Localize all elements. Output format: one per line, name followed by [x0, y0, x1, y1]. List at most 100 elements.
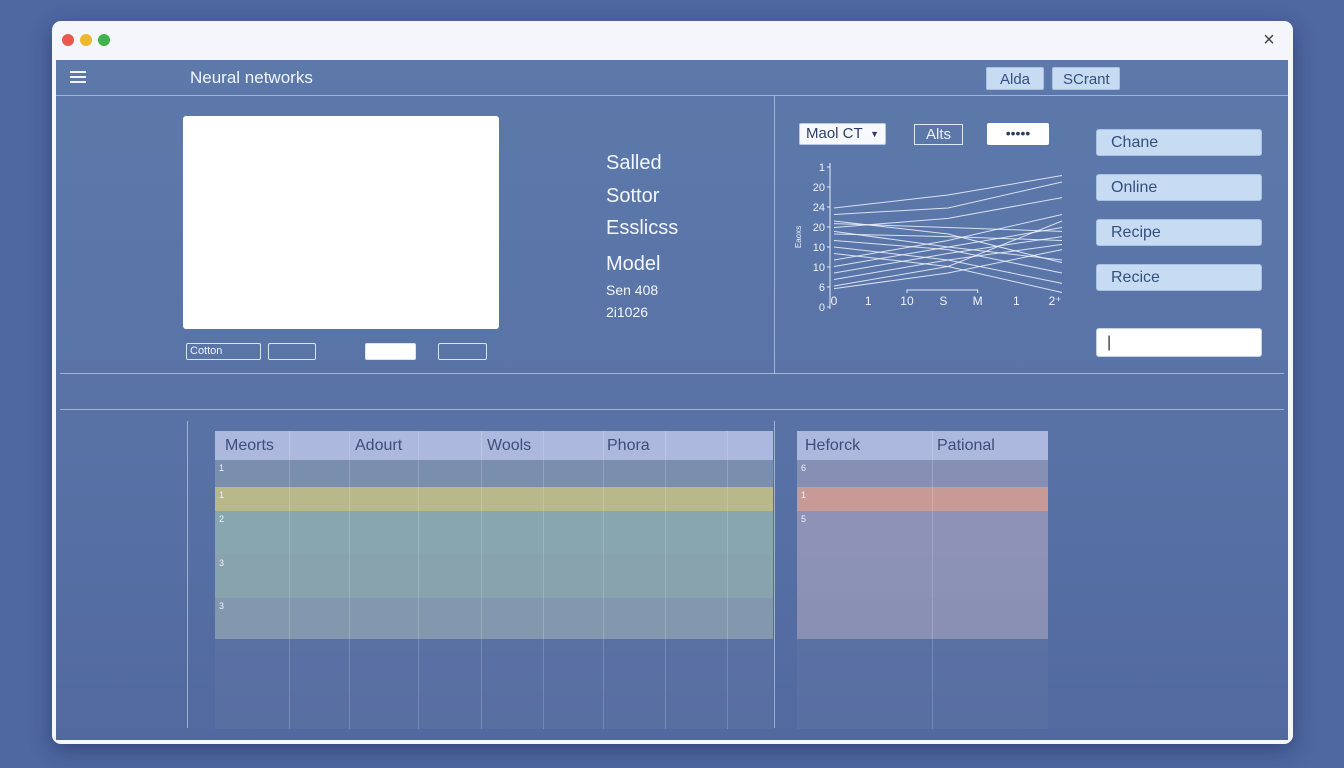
column-line [932, 431, 933, 729]
info-detail-1: Sen 408 [606, 282, 659, 298]
column-line [603, 431, 604, 729]
left-table-header: Meorts Adourt Wools Phora [215, 431, 773, 460]
column-line [665, 431, 666, 729]
preview-canvas [183, 116, 499, 329]
left-data-table: Meorts Adourt Wools Phora 1 1 2 3 3 [215, 431, 773, 729]
x-tick-label: 2⁺ [1049, 294, 1062, 308]
column-line [418, 431, 419, 729]
x-tick-label: S [939, 294, 947, 308]
side-text-input[interactable]: | [1096, 328, 1262, 357]
side-button-recipe[interactable]: Recipe [1096, 219, 1262, 246]
table-empty-area [797, 639, 1048, 729]
column-line [481, 431, 482, 729]
y-axis-label: Eaoxs [794, 226, 803, 248]
column-line [289, 431, 290, 729]
preview-button-4[interactable] [438, 343, 487, 360]
column-line [727, 431, 728, 729]
table-row-highlighted[interactable]: 1 [215, 487, 773, 511]
column-header-wools[interactable]: Wools [487, 437, 531, 455]
y-tick-label: 20 [813, 182, 825, 194]
app-title: Neural networks [190, 68, 313, 87]
row-number: 1 [219, 463, 225, 473]
row-number: 1 [219, 490, 225, 500]
preview-button-3[interactable] [365, 343, 416, 360]
close-window-dot[interactable] [62, 34, 74, 46]
table-row[interactable]: 2 [215, 511, 773, 555]
chart-options-field[interactable]: ••••• [987, 123, 1049, 145]
header-button-alda[interactable]: Alda [986, 67, 1044, 90]
series-line [833, 181, 1063, 215]
row-number: 2 [219, 514, 225, 524]
series-line [833, 246, 1063, 284]
x-tick-label: 1 [865, 294, 872, 308]
table-row-highlighted[interactable]: 1 [797, 487, 1048, 511]
row-number: 3 [219, 601, 225, 611]
preview-button-2[interactable] [268, 343, 316, 360]
minimize-window-dot[interactable] [80, 34, 92, 46]
x-tick-label: 1 [1013, 294, 1020, 308]
y-tick-label: 6 [819, 282, 825, 294]
side-button-chane[interactable]: Chane [1096, 129, 1262, 156]
info-item-esslicss: Esslicss [606, 217, 679, 239]
table-row[interactable]: 1 [215, 460, 773, 487]
line-chart: 1202420101060Eaoxs0 1 10 S M 1 2⁺ [794, 162, 1063, 314]
header-button-scrant[interactable]: SCrant [1052, 67, 1120, 90]
side-button-recice[interactable]: Recice [1096, 264, 1262, 291]
column-header-phora[interactable]: Phora [607, 437, 650, 455]
column-header-adourt[interactable]: Adourt [355, 437, 402, 455]
hamburger-menu-icon[interactable] [68, 69, 88, 85]
maximize-window-dot[interactable] [98, 34, 110, 46]
app-content: Neural networks Alda SCrant Cotton Salle… [56, 60, 1288, 740]
y-tick-label: 10 [813, 262, 825, 274]
column-line [349, 431, 350, 729]
right-table-header: Heforck Pational [797, 431, 1048, 460]
table-row[interactable] [797, 598, 1048, 639]
chart-type-select[interactable]: Maol CT ▼ [799, 123, 886, 145]
title-bar: × [52, 21, 1293, 59]
info-item-sottor: Sottor [606, 185, 660, 207]
x-tick-label: 10 [900, 294, 914, 308]
y-tick-label: 10 [813, 242, 825, 254]
table-left-border [187, 421, 188, 728]
row-number: 1 [801, 490, 807, 500]
column-header-pational[interactable]: Pational [937, 437, 995, 455]
alts-button[interactable]: Alts [914, 124, 963, 145]
table-row[interactable] [797, 555, 1048, 598]
row-number: 5 [801, 514, 807, 524]
right-data-table: Heforck Pational 6 1 5 [797, 431, 1048, 729]
chart-type-select-label: Maol CT [806, 125, 863, 142]
table-row[interactable]: 5 [797, 511, 1048, 555]
header-divider [56, 95, 1288, 96]
series-line [833, 249, 1063, 290]
section-divider-2 [60, 409, 1284, 410]
table-empty-area [215, 639, 773, 729]
panel-divider-vertical [774, 96, 775, 374]
side-button-online[interactable]: Online [1096, 174, 1262, 201]
y-tick-label: 1 [819, 162, 825, 174]
close-icon[interactable]: × [1257, 28, 1281, 52]
x-tick-label: 0 [831, 294, 838, 308]
column-line [543, 431, 544, 729]
series-line [833, 227, 1063, 267]
x-range-bracket [906, 289, 979, 293]
cotton-button[interactable]: Cotton [186, 343, 261, 360]
table-row[interactable]: 6 [797, 460, 1048, 487]
column-header-meorts[interactable]: Meorts [225, 437, 274, 455]
chevron-down-icon: ▼ [870, 129, 879, 139]
series-line [833, 175, 1063, 209]
row-number: 3 [219, 558, 225, 568]
column-header-heforck[interactable]: Heforck [805, 437, 860, 455]
info-detail-2: 2i1026 [606, 304, 649, 320]
series-line [833, 230, 1063, 261]
y-tick-label: 24 [813, 202, 825, 214]
table-row[interactable]: 3 [215, 555, 773, 598]
section-divider-1 [60, 373, 1284, 374]
app-window: × Neural networks Alda SCrant Cotton Sal… [52, 21, 1293, 744]
y-tick-label: 20 [813, 222, 825, 234]
info-item-salled: Salled [606, 152, 662, 174]
info-item-model: Model [606, 253, 661, 275]
table-divider-vertical [774, 421, 775, 728]
table-row[interactable]: 3 [215, 598, 773, 639]
y-tick-label: 0 [819, 302, 825, 314]
row-number: 6 [801, 463, 807, 473]
